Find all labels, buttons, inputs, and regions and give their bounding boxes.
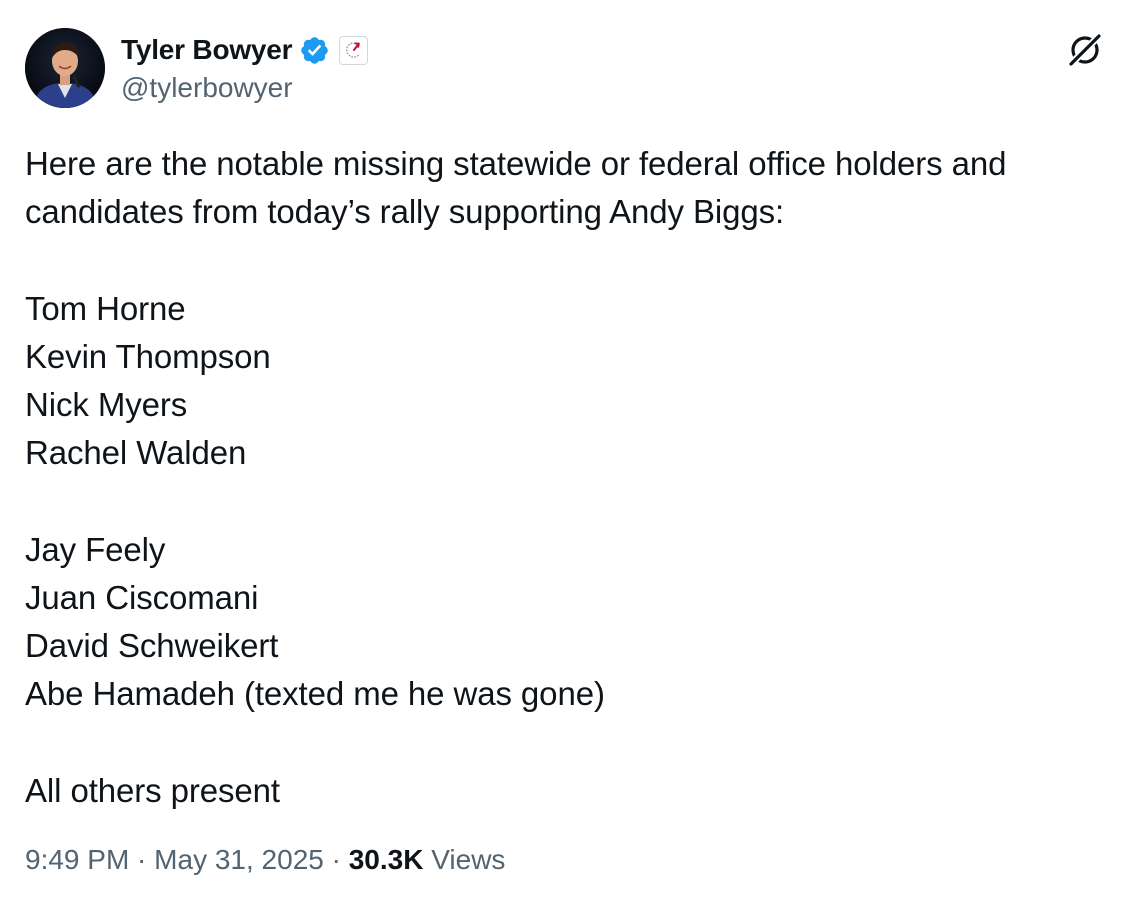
- missing-name: Abe Hamadeh (texted me he was gone): [25, 675, 605, 713]
- missing-name: Kevin Thompson: [25, 337, 271, 375]
- tweet-date[interactable]: May 31, 2025: [154, 844, 324, 875]
- tweet-meta: 9:49 PM · May 31, 2025 · 30.3K Views: [25, 844, 505, 876]
- meta-separator: ·: [323, 844, 349, 875]
- verified-badge-icon[interactable]: [299, 35, 330, 66]
- author-handle[interactable]: @tylerbowyer: [121, 72, 293, 104]
- meta-separator: ·: [129, 844, 155, 875]
- tweet-text: Here are the notable missing statewide o…: [25, 140, 1100, 815]
- missing-name: Jay Feely: [25, 530, 166, 568]
- grok-icon[interactable]: [1065, 30, 1105, 70]
- affiliation-badge-icon[interactable]: [339, 35, 369, 65]
- tweet-card: Tyler Bowyer @tylerbowyer Here are the n…: [0, 0, 1122, 903]
- avatar-photo: [25, 28, 105, 108]
- closing-line: All others present: [25, 771, 280, 809]
- missing-name: Tom Horne: [25, 289, 186, 327]
- missing-name: Juan Ciscomani: [25, 578, 259, 616]
- views-label: Views: [431, 844, 506, 875]
- author-name-row: Tyler Bowyer: [121, 30, 369, 70]
- missing-name: David Schweikert: [25, 627, 279, 664]
- missing-name: Rachel Walden: [25, 434, 247, 472]
- intro-line: Here are the notable missing statewide o…: [25, 145, 1007, 182]
- views-count: 30.3K: [348, 844, 424, 875]
- author-display-name[interactable]: Tyler Bowyer: [121, 34, 293, 66]
- avatar[interactable]: [25, 28, 105, 108]
- tweet-time[interactable]: 9:49 PM: [25, 844, 129, 875]
- intro-line: candidates from today’s rally supporting…: [25, 193, 785, 231]
- missing-name: Nick Myers: [25, 386, 188, 423]
